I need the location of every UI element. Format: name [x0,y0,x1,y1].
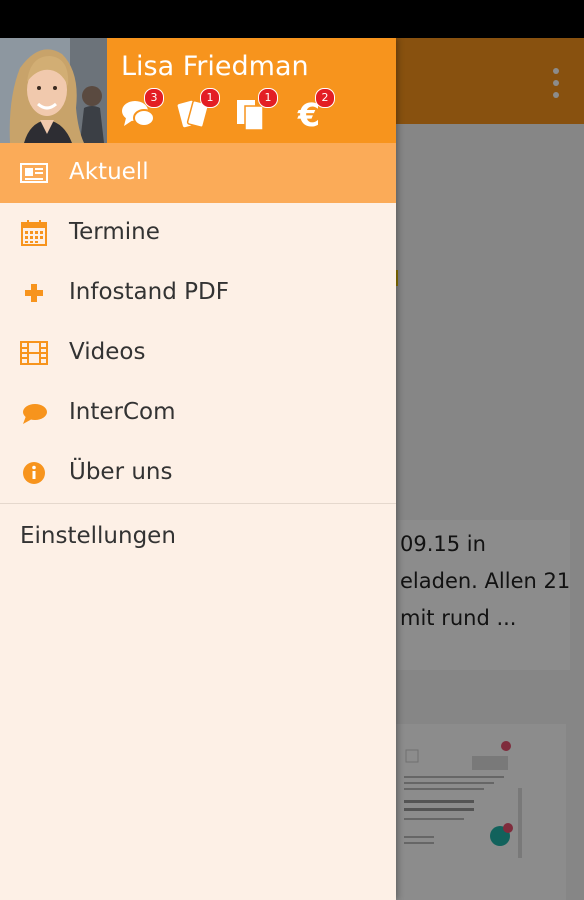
menu-item-aktuell[interactable]: Aktuell [0,143,396,203]
menu-item-termine[interactable]: Termine [0,203,396,263]
tickets-icon[interactable]: 1 [176,88,220,132]
menu-item-label: Über uns [69,459,173,485]
menu-item-label: Infostand PDF [69,279,229,305]
speech-bubble-icon [23,404,47,424]
menu-item-einstellungen[interactable]: Einstellungen [0,508,396,568]
plus-icon [25,284,43,302]
status-bar [0,0,584,38]
newspaper-icon [20,163,48,183]
euro-badge: 2 [315,88,335,108]
menu-item-ueber-uns[interactable]: Über uns [0,443,396,503]
user-name: Lisa Friedman [121,51,309,82]
calendar-icon [21,220,47,246]
menu-item-label: Termine [69,219,160,245]
menu-item-label: Videos [69,339,146,365]
tickets-badge: 1 [200,88,220,108]
user-avatar[interactable] [0,38,107,143]
film-icon [20,341,48,365]
menu-item-label: InterCom [69,399,176,425]
menu-item-intercom[interactable]: InterCom [0,383,396,443]
euro-icon[interactable]: € 2 [291,88,335,134]
navigation-drawer: Lisa Friedman 3 1 1 € 2 Aktuell Termine … [0,38,396,900]
documents-icon[interactable]: 1 [234,88,278,132]
menu-item-label: Aktuell [69,159,149,185]
drawer-header: Lisa Friedman 3 1 1 € 2 [0,38,396,143]
menu-item-infostand-pdf[interactable]: Infostand PDF [0,263,396,323]
menu-divider [0,503,396,504]
chat-bubbles-icon[interactable]: 3 [120,88,164,132]
menu-item-videos[interactable]: Videos [0,323,396,383]
chat-badge: 3 [144,88,164,108]
settings-label: Einstellungen [20,523,176,549]
info-icon [23,462,45,484]
documents-badge: 1 [258,88,278,108]
